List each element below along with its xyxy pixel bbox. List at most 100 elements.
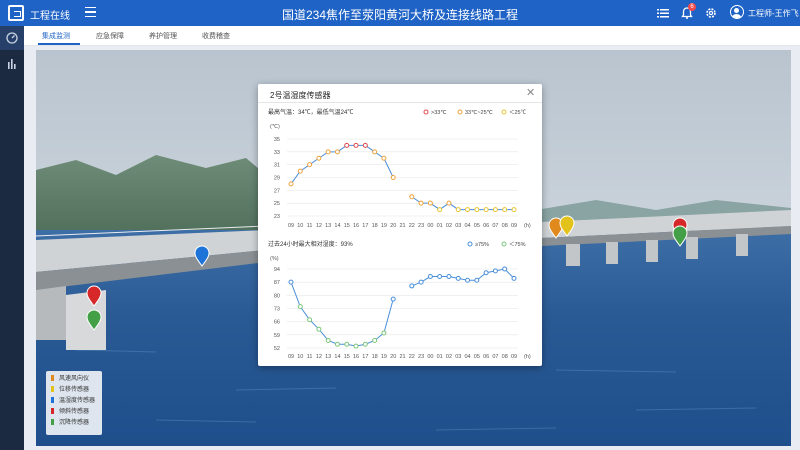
legend-marker	[423, 109, 429, 115]
legend-label: >33℃	[431, 110, 447, 116]
x-tick-label: 16	[353, 223, 359, 229]
x-tick-label: 11	[307, 223, 313, 229]
legend-marker	[467, 241, 473, 247]
x-tick-label: 11	[307, 354, 313, 360]
data-point	[492, 207, 498, 213]
data-point	[362, 341, 368, 347]
data-point	[344, 341, 350, 347]
legend-item: 风速风向仪	[51, 375, 89, 384]
x-tick-label: 09	[288, 223, 294, 229]
x-tick-label: 09	[511, 223, 517, 229]
sensor-legend: 风速风向仪 位移传感器 温湿度传感器 倾斜传感器 沉降传感器	[46, 371, 102, 435]
y-tick-label: 59	[274, 333, 280, 339]
data-point	[511, 275, 517, 281]
legend-item: 倾斜传感器	[51, 408, 89, 417]
data-point	[474, 277, 480, 283]
x-tick-label: 03	[455, 223, 461, 229]
y-tick-label: 35	[274, 137, 280, 143]
settlement-sensor-marker-right[interactable]	[672, 225, 688, 247]
data-point	[455, 275, 461, 281]
x-tick-label: 14	[334, 223, 340, 229]
legend-label: 倾斜传感器	[59, 409, 90, 415]
chart-subtitle: 最高气温：34℃，最低气温24℃	[268, 108, 353, 116]
x-tick-label: 23	[418, 223, 424, 229]
legend-label: ＜75%	[509, 242, 526, 248]
y-tick-label: 87	[274, 280, 280, 286]
settlement-sensor-marker[interactable]	[86, 309, 102, 331]
x-tick-label: 07	[492, 223, 498, 229]
x-tick-label: 22	[409, 354, 415, 360]
displacement-sensor-marker[interactable]	[559, 215, 575, 237]
x-tick-label: 18	[372, 354, 378, 360]
y-tick-label: 29	[274, 176, 280, 182]
data-point	[511, 207, 517, 213]
y-tick-label: 31	[274, 163, 280, 169]
series-line	[290, 281, 394, 347]
legend-item: 沉降传感器	[51, 419, 89, 428]
x-tick-label: 02	[446, 223, 452, 229]
data-point	[483, 270, 489, 276]
data-point	[409, 283, 415, 289]
legend-label: ≥75%	[475, 242, 489, 248]
x-tick-label: 04	[464, 223, 470, 229]
y-tick-label: 25	[274, 201, 280, 207]
x-tick-label: 12	[316, 223, 322, 229]
data-point	[465, 277, 471, 283]
temp-humidity-sensor-marker[interactable]	[194, 245, 210, 267]
data-point	[446, 200, 452, 206]
x-tick-label: 20	[390, 223, 396, 229]
x-tick-label: 09	[511, 354, 517, 360]
x-tick-label: 08	[502, 223, 508, 229]
x-tick-label: 10	[297, 223, 303, 229]
sensor-detail-modal: 2号温湿度传感器 ✕ 最高气温：34℃，最低气温24℃ >33℃ 33℃~25℃ ＜2…	[258, 84, 542, 366]
data-point	[372, 149, 378, 155]
tilt-sensor-marker[interactable]	[86, 285, 102, 307]
y-tick-label: 27	[274, 188, 280, 194]
data-point	[418, 200, 424, 206]
legend-marker	[501, 241, 507, 247]
x-tick-label: 05	[474, 354, 480, 360]
data-point	[502, 266, 508, 272]
data-point	[492, 268, 498, 274]
data-point	[446, 274, 452, 280]
x-tick-label: 12	[316, 354, 322, 360]
data-point	[381, 330, 387, 336]
y-axis-unit: (℃)	[270, 124, 280, 130]
data-point	[427, 200, 433, 206]
legend-swatch	[51, 375, 54, 381]
y-tick-label: 66	[274, 320, 280, 326]
data-point	[372, 337, 378, 343]
x-tick-label: 13	[325, 354, 331, 360]
y-axis-unit: (%)	[270, 256, 279, 262]
x-tick-label: 15	[344, 223, 350, 229]
sensor-charts: 最高气温：34℃，最低气温24℃ >33℃ 33℃~25℃ ＜25℃ (℃) 23 25 27…	[268, 108, 531, 360]
y-tick-label: 73	[274, 307, 280, 313]
y-tick-label: 94	[274, 267, 280, 273]
x-tick-label: 06	[483, 354, 489, 360]
y-tick-label: 52	[274, 346, 280, 352]
x-tick-label: 05	[474, 223, 480, 229]
x-tick-label: 19	[381, 354, 387, 360]
x-tick-label: 07	[492, 354, 498, 360]
data-point	[455, 207, 461, 213]
data-point	[362, 142, 368, 148]
data-point	[353, 343, 359, 349]
legend-label: 风速风向仪	[59, 376, 90, 382]
data-point	[483, 207, 489, 213]
x-tick-label: 21	[399, 354, 405, 360]
legend-swatch	[51, 419, 54, 425]
data-point	[418, 279, 424, 285]
data-point	[334, 149, 340, 155]
data-point	[325, 337, 331, 343]
legend-label: 温湿度传感器	[59, 398, 96, 404]
x-tick-label: 17	[362, 354, 368, 360]
data-point	[437, 274, 443, 280]
x-tick-label: 15	[344, 354, 350, 360]
x-tick-label: 19	[381, 223, 387, 229]
data-point	[307, 317, 313, 323]
data-point	[409, 194, 415, 200]
x-tick-label: 06	[483, 223, 489, 229]
x-tick-label: 00	[427, 354, 433, 360]
data-point	[437, 207, 443, 213]
y-tick-label: 33	[274, 150, 280, 156]
